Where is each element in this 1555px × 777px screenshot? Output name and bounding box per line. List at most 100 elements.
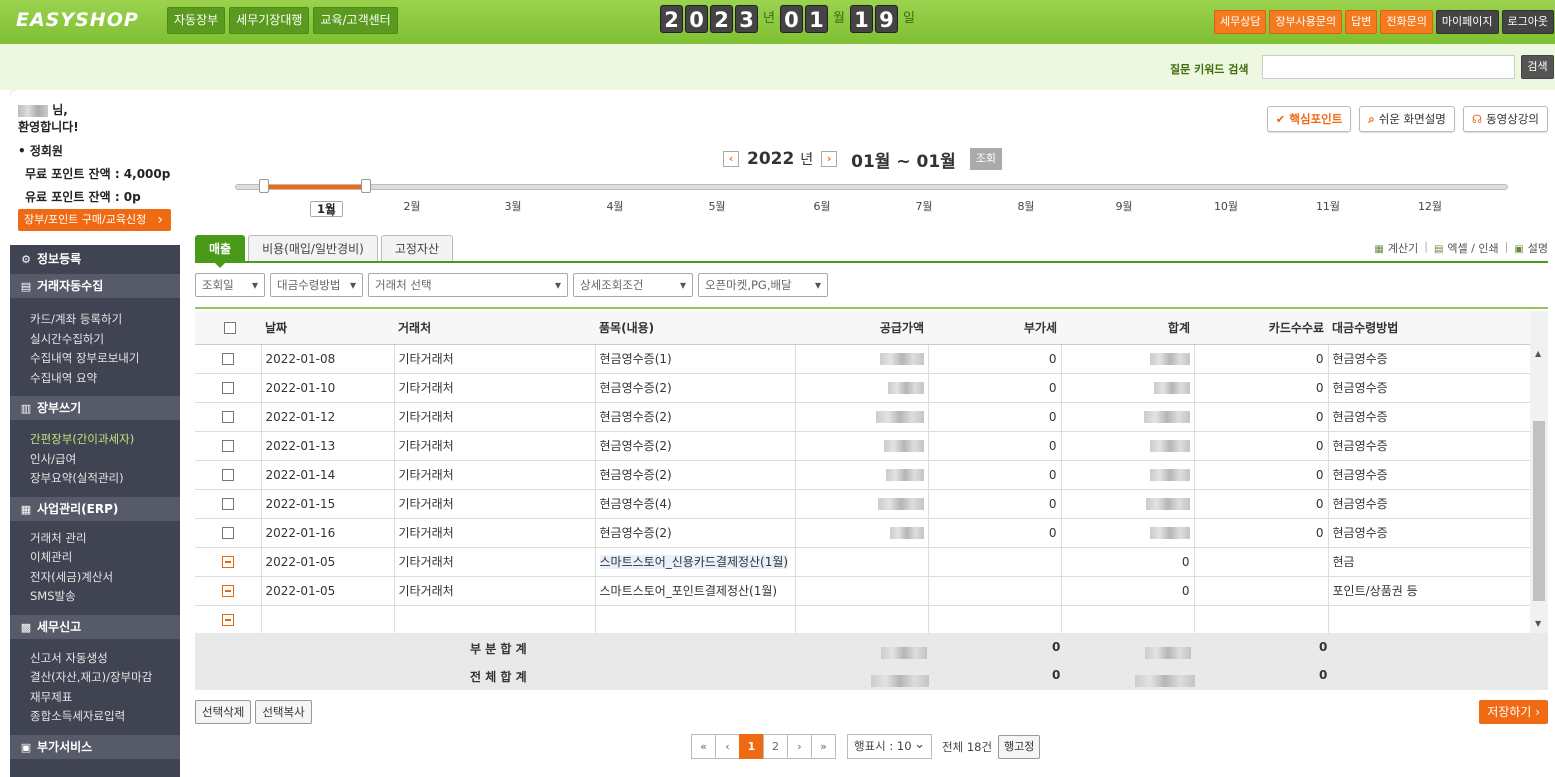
table-scrollbar[interactable]: ▲ ▼: [1530, 311, 1548, 633]
sidebar-item[interactable]: 신고서 자동생성: [30, 649, 180, 669]
date-cell[interactable]: [261, 605, 395, 635]
sidebar-item[interactable]: 장부요약(실적관리): [30, 469, 180, 489]
vendor-cell[interactable]: 기타거래처: [394, 344, 596, 374]
supply-cell[interactable]: [795, 373, 929, 403]
supply-cell[interactable]: [795, 489, 929, 519]
item-cell[interactable]: 현금영수증(2): [595, 402, 796, 432]
sidebar-section-erp[interactable]: ▦ 사업관리(ERP): [10, 496, 180, 521]
month-label[interactable]: 10월: [1214, 198, 1238, 214]
first-page-button[interactable]: «: [691, 734, 716, 759]
vendor-select[interactable]: 거래처 선택: [368, 273, 568, 297]
row-remove-checkbox[interactable]: [221, 614, 234, 626]
col-item[interactable]: 품목(내용): [595, 311, 795, 345]
sidebar-item[interactable]: 실시간수집하기: [30, 330, 180, 350]
scroll-up-icon[interactable]: ▲: [1535, 349, 1541, 358]
vendor-cell[interactable]: 기타거래처: [394, 402, 596, 432]
supply-cell[interactable]: [795, 460, 929, 490]
method-cell[interactable]: 현금영수증: [1328, 518, 1531, 548]
vendor-cell[interactable]: 기타거래처: [394, 489, 596, 519]
date-cell[interactable]: 2022-01-12: [261, 402, 395, 432]
col-card-fee[interactable]: 카드수수료: [1194, 311, 1328, 345]
supply-cell[interactable]: [795, 431, 929, 461]
tab-sales[interactable]: 매출: [195, 235, 246, 268]
sidebar-item[interactable]: 인사/급여: [30, 450, 180, 470]
table-row[interactable]: 2022-01-10 기타거래처 현금영수증(2) 0 0 현금영수증: [195, 373, 1531, 403]
total-cell[interactable]: [1061, 402, 1195, 432]
date-cell[interactable]: 2022-01-15: [261, 489, 395, 519]
vat-cell[interactable]: [928, 576, 1062, 606]
row-checkbox[interactable]: [221, 527, 234, 539]
answer-link[interactable]: 답변: [1345, 10, 1378, 34]
logo[interactable]: EASYSHOP: [16, 9, 139, 31]
payment-method-select[interactable]: 대금수령방법: [270, 273, 363, 297]
nav-auto-ledger[interactable]: 자동장부: [167, 7, 226, 34]
row-remove-checkbox[interactable]: [221, 585, 234, 597]
sidebar-item-active[interactable]: 간편장부(간이과세자): [30, 430, 180, 450]
col-vendor[interactable]: 거래처: [394, 311, 595, 345]
supply-cell[interactable]: [795, 402, 929, 432]
method-cell[interactable]: 현금: [1328, 547, 1531, 577]
vendor-cell[interactable]: 기타거래처: [394, 518, 596, 548]
next-year-button[interactable]: ›: [821, 151, 838, 167]
date-cell[interactable]: 2022-01-05: [261, 576, 395, 606]
fee-cell[interactable]: [1194, 547, 1329, 577]
supply-cell[interactable]: [795, 605, 929, 635]
table-row[interactable]: 2022-01-16 기타거래처 현금영수증(2) 0 0 현금영수증: [195, 518, 1531, 548]
next-page-button[interactable]: ›: [787, 734, 812, 759]
total-cell[interactable]: [1061, 431, 1195, 461]
sidebar-section-extra[interactable]: ▣ 부가서비스: [10, 734, 180, 759]
fee-cell[interactable]: [1194, 576, 1329, 606]
row-checkbox[interactable]: [221, 440, 234, 452]
total-cell[interactable]: [1061, 518, 1195, 548]
item-cell[interactable]: 현금영수증(1): [595, 344, 796, 374]
method-cell[interactable]: 현금영수증: [1328, 431, 1531, 461]
sidebar-item[interactable]: 종합소득세자료입력: [30, 707, 180, 727]
table-row[interactable]: 2022-01-05 기타거래처 스마트스토어_신용카드결제정산(1월) 0 현…: [195, 547, 1531, 577]
total-cell[interactable]: [1061, 489, 1195, 519]
row-checkbox[interactable]: [221, 411, 234, 423]
logout-link[interactable]: 로그아웃: [1501, 10, 1554, 34]
fee-cell[interactable]: 0: [1194, 402, 1329, 432]
item-cell[interactable]: 현금영수증(2): [595, 518, 796, 548]
method-cell[interactable]: [1328, 605, 1531, 635]
fix-rows-button[interactable]: 행고정: [998, 734, 1041, 759]
month-label[interactable]: 3월: [504, 198, 521, 214]
sidebar-item[interactable]: 수집내역 장부로보내기: [30, 349, 180, 369]
table-row[interactable]: 2022-01-08 기타거래처 현금영수증(1) 0 0 현금영수증: [195, 344, 1531, 374]
month-label[interactable]: 9월: [1115, 198, 1132, 214]
table-row[interactable]: 2022-01-12 기타거래처 현금영수증(2) 0 0 현금영수증: [195, 402, 1531, 432]
rows-per-page-select[interactable]: 행표시 : 10: [847, 733, 932, 759]
method-cell[interactable]: 현금영수증: [1328, 460, 1531, 490]
month-label[interactable]: 5월: [708, 198, 725, 214]
method-cell[interactable]: 포인트/상품권 등: [1328, 576, 1531, 606]
vat-cell[interactable]: 0: [928, 431, 1062, 461]
method-cell[interactable]: 현금영수증: [1328, 373, 1531, 403]
detail-condition-select[interactable]: 상세조회조건: [573, 273, 693, 297]
date-cell[interactable]: 2022-01-10: [261, 373, 395, 403]
month-label[interactable]: 11월: [1316, 198, 1340, 214]
phone-inquiry-link[interactable]: 전화문의: [1380, 10, 1433, 34]
prev-year-button[interactable]: ‹: [723, 151, 739, 167]
sidebar-item[interactable]: 카드/계좌 등록하기: [30, 310, 180, 330]
sidebar-item[interactable]: 수집내역 요약: [30, 369, 180, 389]
item-cell[interactable]: 현금영수증(2): [595, 460, 796, 490]
fee-cell[interactable]: 0: [1194, 460, 1329, 490]
sidebar-item[interactable]: 재무제표: [30, 688, 180, 708]
method-cell[interactable]: 현금영수증: [1328, 489, 1531, 519]
row-checkbox[interactable]: [221, 498, 234, 510]
col-method[interactable]: 대금수령방법: [1328, 311, 1530, 345]
row-checkbox[interactable]: [221, 382, 234, 394]
month-label[interactable]: 8월: [1017, 198, 1034, 214]
total-cell[interactable]: [1061, 605, 1195, 635]
easy-guide-button[interactable]: ⌕ 쉬운 화면설명: [1359, 106, 1455, 132]
supply-cell[interactable]: [795, 576, 929, 606]
page-2-button[interactable]: 2: [763, 734, 788, 759]
vendor-cell[interactable]: 기타거래처: [394, 576, 596, 606]
total-cell[interactable]: [1061, 344, 1195, 374]
sidebar-section-tax[interactable]: ▩ 세무신고: [10, 614, 180, 639]
month-label[interactable]: 12월: [1418, 198, 1442, 214]
sidebar-section-info[interactable]: ⚙ 정보등록: [10, 247, 180, 271]
month-label[interactable]: 1월: [310, 201, 343, 217]
help-link[interactable]: ▣ 설명: [1514, 240, 1548, 256]
core-point-button[interactable]: ✔ 핵심포인트: [1266, 106, 1352, 132]
